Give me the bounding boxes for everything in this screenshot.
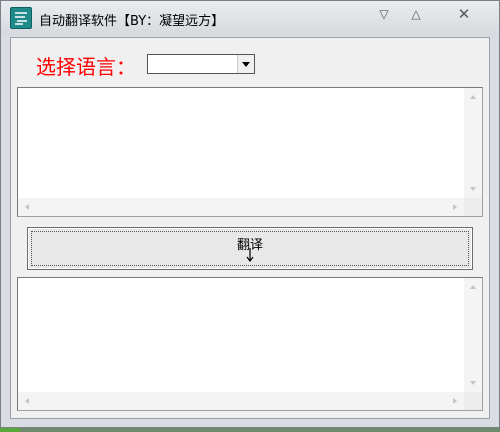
- maximize-icon[interactable]: △: [403, 5, 429, 23]
- output-textbox[interactable]: [17, 277, 483, 411]
- output-vertical-scrollbar[interactable]: [464, 278, 482, 392]
- scroll-up-icon[interactable]: [470, 95, 476, 99]
- scroll-left-icon[interactable]: [25, 398, 29, 404]
- client-area: 选择语言： 翻译: [10, 37, 490, 419]
- scroll-right-icon[interactable]: [453, 398, 457, 404]
- scroll-right-icon[interactable]: [453, 204, 457, 210]
- language-label: 选择语言：: [36, 55, 136, 79]
- output-horizontal-scrollbar[interactable]: [18, 392, 464, 410]
- close-icon[interactable]: ✕: [451, 5, 477, 23]
- scroll-corner: [464, 392, 482, 410]
- minimize-icon[interactable]: ▽: [371, 5, 397, 23]
- input-horizontal-scrollbar[interactable]: [18, 198, 464, 216]
- input-vertical-scrollbar[interactable]: [464, 88, 482, 198]
- language-select[interactable]: [147, 54, 255, 74]
- dropdown-arrow-icon[interactable]: [237, 55, 254, 73]
- window-title: 自动翻译软件【BY：凝望远方】: [39, 14, 225, 29]
- input-text[interactable]: [20, 90, 462, 196]
- text-cursor-icon: [246, 247, 254, 266]
- scroll-down-icon[interactable]: [470, 381, 476, 385]
- output-text[interactable]: [20, 280, 462, 390]
- translate-button[interactable]: 翻译: [27, 227, 473, 270]
- app-icon: [10, 7, 32, 29]
- scroll-left-icon[interactable]: [25, 204, 29, 210]
- app-window: 自动翻译软件【BY：凝望远方】 ▽ △ ✕ 选择语言： 翻译: [0, 0, 500, 428]
- input-textbox[interactable]: [17, 87, 483, 217]
- scroll-down-icon[interactable]: [470, 187, 476, 191]
- scroll-up-icon[interactable]: [470, 285, 476, 289]
- scroll-corner: [464, 198, 482, 216]
- title-bar[interactable]: 自动翻译软件【BY：凝望远方】 ▽ △ ✕: [1, 1, 499, 35]
